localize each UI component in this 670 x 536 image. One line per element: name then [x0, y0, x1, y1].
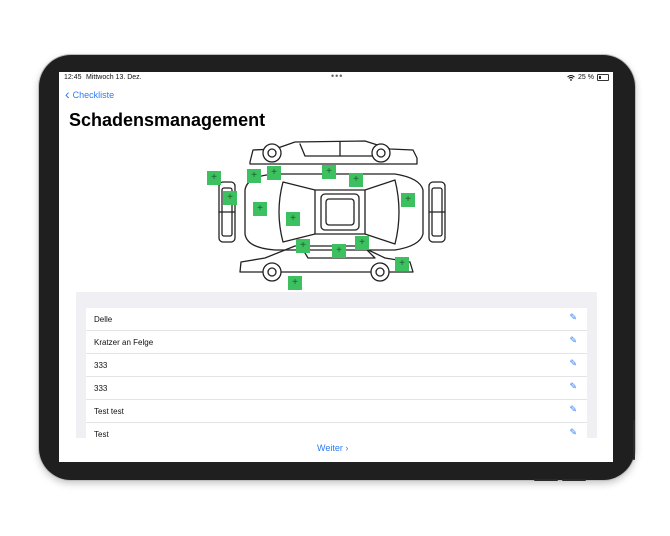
damage-label: Test test [94, 407, 124, 416]
damage-list-item[interactable]: Test test ✎ [86, 400, 587, 423]
damage-marker[interactable]: + [286, 212, 300, 226]
damage-label: Kratzer an Felge [94, 338, 154, 347]
power-button [534, 479, 558, 481]
back-button[interactable]: ‹ Checkliste [65, 85, 115, 102]
chevron-right-icon: › [345, 443, 349, 453]
app-screen: 12:45 Mittwoch 13. Dez. ••• 25 % ‹ Check… [59, 72, 613, 462]
battery-percent: 25 % [578, 74, 594, 81]
damage-list: Delle ✎ Kratzer an Felge ✎ 333 ✎ 333 ✎ T… [86, 308, 587, 446]
status-time: 12:45 [64, 74, 82, 81]
damage-marker[interactable]: + [296, 239, 310, 253]
next-label: Weiter [317, 443, 343, 453]
damage-marker[interactable]: + [247, 169, 261, 183]
damage-marker[interactable]: + [355, 236, 369, 250]
pencil-icon[interactable]: ✎ [569, 404, 577, 415]
damage-list-item[interactable]: Kratzer an Felge ✎ [86, 331, 587, 354]
status-right: 25 % [567, 74, 609, 81]
status-date: Mittwoch 13. Dez. [86, 74, 142, 81]
multitasking-dots[interactable]: ••• [331, 72, 343, 81]
damage-marker[interactable]: + [395, 257, 409, 271]
damage-marker[interactable]: + [207, 171, 221, 185]
next-button[interactable]: Weiter › [317, 443, 348, 453]
footer-bar: Weiter › [59, 438, 613, 462]
damage-marker[interactable]: + [267, 166, 281, 180]
damage-label: 333 [94, 361, 108, 370]
car-damage-diagram[interactable]: + + + + + + + + + + + + + + [205, 138, 455, 294]
pencil-icon[interactable]: ✎ [569, 381, 577, 392]
side-button [562, 479, 586, 481]
car-outline-drawing [218, 140, 446, 282]
damage-marker[interactable]: + [349, 173, 363, 187]
page-title: Schadensmanagement [69, 110, 266, 130]
car-top-view [244, 173, 424, 251]
damage-marker[interactable]: + [223, 191, 237, 205]
pencil-icon[interactable]: ✎ [569, 358, 577, 369]
damage-list-panel: Delle ✎ Kratzer an Felge ✎ 333 ✎ 333 ✎ T… [76, 292, 597, 446]
damage-marker[interactable]: + [253, 202, 267, 216]
damage-list-item[interactable]: 333 ✎ [86, 354, 587, 377]
chevron-left-icon: ‹ [65, 85, 70, 102]
back-label: Checkliste [72, 90, 115, 100]
status-bar: 12:45 Mittwoch 13. Dez. ••• 25 % [59, 72, 613, 84]
battery-icon [597, 74, 609, 81]
damage-label: Delle [94, 315, 113, 324]
damage-marker[interactable]: + [401, 193, 415, 207]
pencil-icon[interactable]: ✎ [569, 427, 577, 438]
damage-marker[interactable]: + [332, 244, 346, 258]
pencil-icon[interactable]: ✎ [569, 335, 577, 346]
damage-list-item[interactable]: 333 ✎ [86, 377, 587, 400]
car-side-view-top [249, 140, 418, 165]
pencil-icon[interactable]: ✎ [569, 312, 577, 323]
damage-marker[interactable]: + [322, 165, 336, 179]
volume-button [633, 420, 635, 460]
wifi-icon [567, 74, 575, 81]
damage-label: 333 [94, 384, 108, 393]
car-rear-view [428, 181, 446, 243]
car-side-view-bottom [239, 245, 414, 282]
damage-list-item[interactable]: Delle ✎ [86, 308, 587, 331]
damage-marker[interactable]: + [288, 276, 302, 290]
